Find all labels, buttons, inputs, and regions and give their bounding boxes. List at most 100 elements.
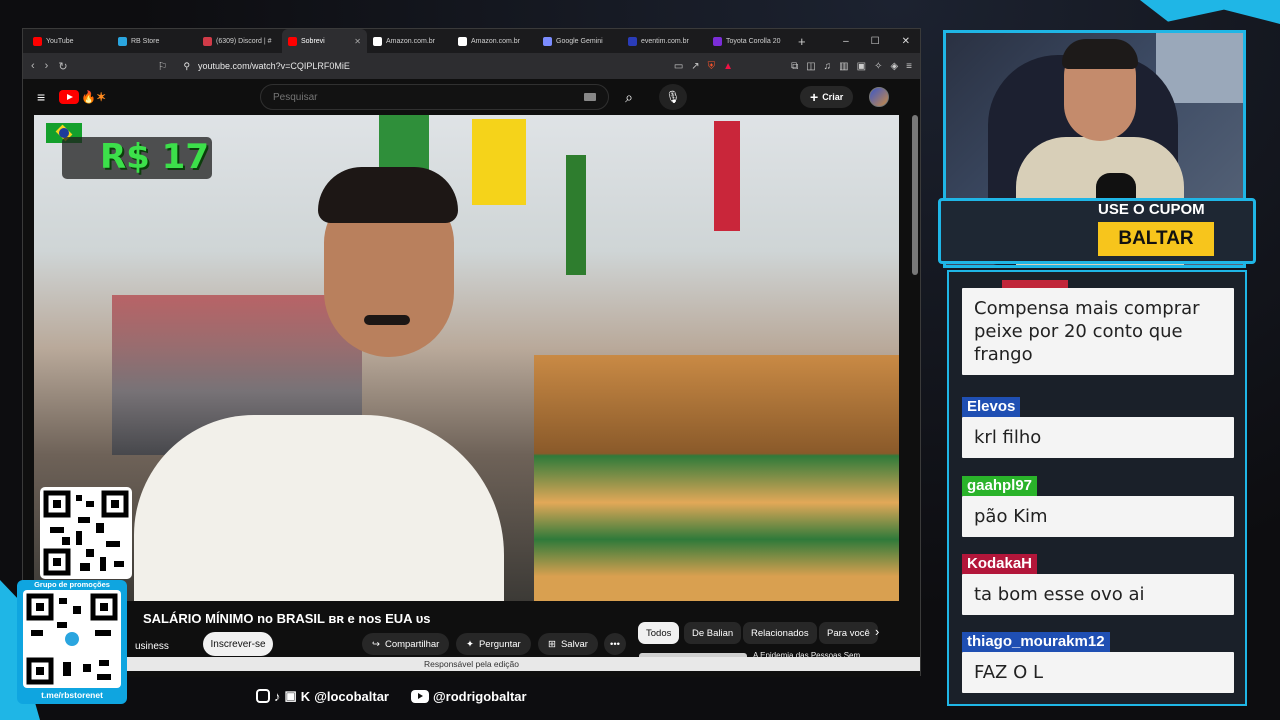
more-actions-button[interactable]: ••• [604, 633, 626, 655]
search-icon[interactable]: ⌕ [617, 84, 641, 110]
promo-qr-card: Grupo de promoções t.me/rbstorenet [17, 580, 127, 704]
search-input[interactable] [273, 91, 584, 103]
close-window-button[interactable]: ✕ [902, 36, 910, 47]
site-info-icon[interactable]: ⚲ [183, 61, 190, 72]
music-icon[interactable]: ♫ [824, 61, 832, 72]
subscribe-button[interactable]: Inscrever-se [203, 632, 273, 656]
sparkle-icon: ✦ [466, 638, 474, 650]
frutas-sign [714, 121, 740, 231]
chat-message: gaahpl97 pão Kim [962, 476, 1234, 537]
save-label: Salvar [560, 638, 588, 650]
tab-bar: + – ☐ ✕ YouTube RB Store (6309) Discord | … [23, 29, 920, 53]
youtube-handle: @rodrigobaltar [433, 688, 527, 704]
chat-username-tag [1002, 280, 1068, 288]
cast-icon[interactable]: ▭ [674, 61, 683, 72]
tab-label: Amazon.com.br [471, 37, 521, 45]
tab-close-icon[interactable]: ✕ [354, 37, 361, 46]
tab-favicon-icon [203, 36, 212, 46]
tab-label: YouTube [46, 37, 74, 45]
vpn-icon[interactable]: ◈ [890, 61, 898, 72]
rewards-icon[interactable]: ▲ [723, 61, 733, 72]
chat-username: Elevos [962, 397, 1021, 417]
youtube-logo[interactable]: 🔥✶ [59, 90, 106, 104]
browser-tab[interactable]: (6309) Discord | # [197, 29, 282, 53]
browser-tab[interactable]: YouTube [27, 29, 112, 53]
tab-favicon-icon [373, 36, 382, 46]
channel-name[interactable]: usiness [135, 641, 169, 652]
chip-para-voce[interactable]: Para você [819, 622, 878, 644]
new-tab-button[interactable]: + [798, 34, 806, 49]
ask-label: Perguntar [478, 638, 521, 650]
presenter-hair [318, 167, 458, 223]
browser-tab[interactable]: Sobrevi ✕ [282, 29, 367, 53]
tab-label: Amazon.com.br [386, 37, 436, 45]
wallet-icon[interactable]: ▣ [857, 61, 866, 72]
browser-tab[interactable]: RB Store [112, 29, 197, 53]
video-player[interactable]: R$ 17 [34, 115, 899, 601]
ask-button[interactable]: ✦ Perguntar [456, 633, 531, 655]
chat-message-text: Compensa mais comprar peixe por 20 conto… [962, 288, 1234, 375]
url-text: youtube.com/watch?v=CQIPLRF0MiE [198, 61, 350, 71]
share-label: Compartilhar [384, 638, 440, 650]
presenter-mustache [364, 315, 410, 325]
video-details: SALÁRIO MÍNIMO no BRASIL ʙʀ e nos EUA ᴜs… [23, 601, 920, 677]
tiktok-icon: ♪ [274, 688, 281, 704]
chat-username: thiago_mourakm12 [962, 632, 1110, 652]
tab-favicon-icon [458, 36, 467, 46]
create-button[interactable]: + Criar [800, 86, 854, 108]
browser-tab[interactable]: Google Gemini [537, 29, 622, 53]
brave-shield-icon[interactable]: ⛨ [708, 61, 716, 72]
price-overlay: R$ 17 [100, 137, 209, 177]
screenshot-icon[interactable]: ◫ [806, 61, 815, 72]
browser-tab[interactable]: eventim.com.br [622, 29, 707, 53]
leo-ai-icon[interactable]: ✧ [874, 61, 882, 72]
share-button[interactable]: ↪ Compartilhar [362, 633, 450, 655]
save-button[interactable]: ⊞ Salvar [538, 633, 598, 655]
chat-username: gaahpl97 [962, 476, 1038, 496]
browser-tab[interactable]: Toyota Corolla 20 [707, 29, 792, 53]
account-avatar[interactable] [869, 87, 889, 107]
chevron-right-icon[interactable]: › [875, 624, 879, 639]
chip-relacionados[interactable]: Relacionados [743, 622, 817, 644]
back-icon[interactable]: ‹ [31, 60, 35, 72]
search-box [260, 84, 609, 110]
tab-favicon-icon [713, 36, 722, 46]
telegram-icon [63, 630, 81, 648]
stream-overlay: + – ☐ ✕ YouTube RB Store (6309) Discord | … [0, 0, 1280, 720]
forward-icon[interactable]: › [45, 60, 49, 72]
browser-tab[interactable]: Amazon.com.br [452, 29, 537, 53]
menu-icon[interactable]: ≡ [906, 61, 912, 72]
sidebar-icon[interactable]: ▥ [839, 61, 848, 72]
extensions-icon[interactable]: ⧉ [791, 61, 798, 72]
chip-de-balian[interactable]: De Balian [684, 622, 742, 644]
chat-message-text: krl filho [962, 417, 1234, 458]
more-dots-icon: ••• [610, 638, 620, 650]
browser-tab[interactable]: Amazon.com.br [367, 29, 452, 53]
share-icon[interactable]: ↗ [691, 61, 699, 72]
chat-message-text: FAZ O L [962, 652, 1234, 693]
chat-message-text: pão Kim [962, 496, 1234, 537]
page-scrollbar[interactable] [912, 115, 918, 275]
minimize-button[interactable]: – [843, 36, 849, 47]
tab-label: Sobrevi [301, 37, 325, 45]
microphone-icon[interactable]: 🎙 [659, 84, 687, 110]
keyboard-icon[interactable] [584, 93, 596, 101]
bread-shelf [534, 355, 899, 601]
reload-icon[interactable]: ↻ [58, 60, 67, 73]
instagram-handle: @locobaltar [314, 688, 389, 704]
youtube-page: ≡ 🔥✶ ⌕ 🎙 + Criar [23, 79, 920, 677]
bookmark-icon[interactable]: ⚐ [158, 60, 168, 73]
window-controls: – ☐ ✕ [843, 36, 920, 47]
presenter-body [134, 415, 504, 601]
promo-group-label: Grupo de promoções [34, 580, 110, 589]
social-handles: ♪ ▣ K @locobaltar @rodrigobaltar [256, 688, 527, 704]
hamburger-menu-icon[interactable]: ≡ [37, 89, 45, 105]
address-bar[interactable]: ⚲ youtube.com/watch?v=CQIPLRF0MiE [177, 56, 663, 76]
maximize-button[interactable]: ☐ [871, 36, 880, 47]
chat-message-text: ta bom esse ovo ai [962, 574, 1234, 615]
chat-message: thiago_mourakm12 FAZ O L [962, 632, 1234, 693]
chat-message: Compensa mais comprar peixe por 20 conto… [962, 280, 1234, 375]
share-arrow-icon: ↪ [372, 638, 380, 650]
chip-todos[interactable]: Todos [638, 622, 680, 644]
tab-label: (6309) Discord | # [216, 37, 272, 45]
